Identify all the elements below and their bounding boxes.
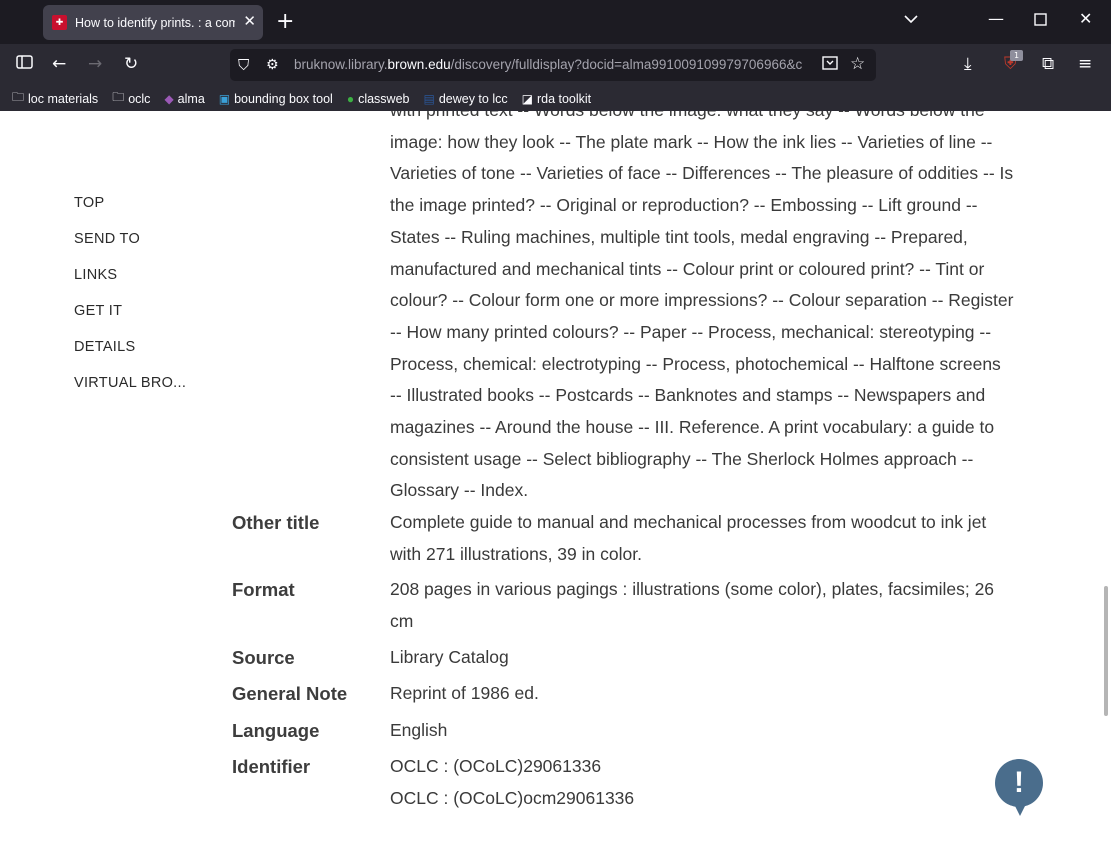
sidenav-item[interactable]: SEND TO [74, 231, 186, 267]
scrollbar[interactable] [1104, 586, 1108, 716]
sidebar-icon[interactable] [16, 54, 34, 75]
nav-toolbar: ← → ↻ ⛉ ⚙ bruknow.library.brown.edu/disc… [0, 44, 1111, 86]
detail-label: General Note [232, 683, 348, 704]
globe-icon: ● [346, 91, 355, 106]
contents-line: with printed text -- Words below the ima… [390, 111, 1025, 127]
extensions-icon[interactable]: ⧉ [1042, 54, 1054, 74]
minimize-icon[interactable]: — [988, 9, 1004, 28]
maximize-icon[interactable] [1034, 9, 1047, 30]
contents-line: magazines -- Around the house -- III. Re… [390, 417, 995, 438]
tab-bar: ✚ How to identify prints. : a comp ✕ + —… [0, 0, 1111, 44]
sidenav-item[interactable]: LINKS [74, 267, 186, 303]
detail-value: OCLC : (OCoLC)29061336 OCLC : (OCoLC)ocm2… [390, 750, 1020, 814]
page-content: TOP SEND TO LINKS GET IT DETAILS VIRTUAL BRO.… [0, 111, 1111, 856]
detail-value-line: Reprint of 1986 ed. [390, 683, 539, 703]
detail-label: Format [232, 579, 295, 600]
detail-value-line: Complete guide to manual and mechanical … [390, 512, 987, 532]
detail-value-line: cm [390, 611, 414, 631]
back-icon[interactable]: ← [52, 54, 66, 74]
alma-icon: ◆ [164, 91, 174, 106]
sidenav-item[interactable]: GET IT [74, 303, 186, 339]
detail-label: Other title [232, 512, 320, 533]
detail-value-line: 208 pages in various pagings : illustrat… [390, 579, 995, 599]
downloads-icon[interactable]: ⤓ [964, 54, 972, 74]
rda-icon: ◪ [521, 91, 533, 106]
reload-icon[interactable]: ↻ [124, 54, 138, 74]
detail-label: Identifier [232, 756, 311, 777]
detail-value-line: with 271 illustrations, 39 in color. [390, 544, 642, 564]
bookmark-label: dewey to lcc [438, 91, 508, 106]
close-window-icon[interactable]: ✕ [1079, 9, 1092, 28]
contents-line: colour? -- Colour form one or more impre… [390, 290, 1014, 311]
contents-line: image: how they look -- The plate mark -… [390, 131, 993, 152]
save-to-pocket-icon[interactable] [822, 55, 838, 76]
new-tab-icon[interactable]: + [276, 9, 294, 34]
detail-value-line: OCLC : (OCoLC)ocm29061336 [390, 788, 635, 808]
shield-icon[interactable]: ⛉ [238, 55, 249, 75]
contents-line: Glossary -- Index. [390, 480, 529, 501]
bookmarks-bar: 🗀 loc materials 🗀 oclc ◆ alma ▣ bounding box to… [0, 86, 1111, 111]
bookmark-item[interactable]: 🗀 oclc [112, 88, 150, 109]
extension-badge: 1 [1010, 50, 1023, 61]
word-icon: ▤ [423, 91, 435, 106]
bookmark-item[interactable]: ◪ rda toolkit [522, 92, 592, 106]
bookmark-star-icon[interactable]: ☆ [850, 54, 865, 74]
bookmark-item[interactable]: 🗀 loc materials [12, 88, 98, 109]
bookmark-label: alma [177, 91, 205, 106]
contents-line: manufactured and mechanical tints -- Col… [390, 258, 985, 279]
url-text[interactable]: bruknow.library.brown.edu/discovery/full… [294, 57, 814, 72]
contents-line: States -- Ruling machines, multiple tint… [390, 226, 968, 247]
menu-icon[interactable]: ≡ [1078, 54, 1092, 74]
contents-line: -- Illustrated books -- Postcards -- Ban… [390, 385, 986, 406]
detail-value-line: OCLC : (OCoLC)29061336 [390, 756, 602, 776]
detail-label: Language [232, 720, 320, 741]
folder-icon: 🗀 [112, 90, 125, 104]
bookmark-item[interactable]: ▤ dewey to lcc [423, 92, 507, 106]
feedback-button[interactable]: ! [995, 759, 1043, 816]
detail-value: Complete guide to manual and mechanical … [390, 506, 1020, 570]
bookmark-label: loc materials [28, 91, 99, 106]
contents-line: the image printed? -- Original or reprod… [390, 195, 978, 216]
bookmark-icon: ▣ [218, 91, 231, 106]
bookmark-item[interactable]: ● classweb [347, 92, 410, 106]
bookmark-item[interactable]: ▣ bounding box tool [219, 92, 333, 106]
bookmark-label: bounding box tool [234, 91, 333, 106]
brown-library-favicon: ✚ [52, 15, 67, 30]
contents-note: with printed text -- Words below the ima… [390, 111, 1025, 507]
folder-icon: 🗀 [12, 90, 25, 104]
bookmark-label: classweb [358, 91, 410, 106]
active-tab[interactable]: ✚ How to identify prints. : a comp ✕ [43, 5, 263, 40]
tab-title: How to identify prints. : a comp [75, 15, 235, 30]
detail-value: Library Catalog [390, 641, 1020, 673]
contents-line: Varieties of tone -- Varieties of face -… [390, 163, 1014, 184]
detail-label: Source [232, 647, 295, 668]
record-sidenav: TOP SEND TO LINKS GET IT DETAILS VIRTUAL BRO.… [74, 195, 186, 411]
sidenav-item[interactable]: DETAILS [74, 339, 186, 375]
bookmark-label: oclc [128, 91, 151, 106]
detail-value: Reprint of 1986 ed. [390, 677, 1020, 709]
detail-value-line: Library Catalog [390, 647, 509, 667]
detail-value: English [390, 714, 1020, 746]
detail-value-line: English [390, 720, 448, 740]
address-bar[interactable]: ⛉ ⚙ bruknow.library.brown.edu/discovery/… [230, 49, 876, 81]
contents-line: -- How many printed colours? -- Paper --… [390, 321, 992, 342]
list-all-tabs-icon[interactable] [903, 11, 919, 31]
sidenav-item[interactable]: TOP [74, 195, 186, 231]
detail-value: 208 pages in various pagings : illustrat… [390, 573, 1020, 637]
sidenav-item[interactable]: VIRTUAL BRO... [74, 375, 186, 411]
bookmark-item[interactable]: ◆ alma [164, 92, 204, 106]
close-tab-icon[interactable]: ✕ [243, 12, 256, 30]
contents-line: Process, chemical: electrotyping -- Proc… [390, 353, 1001, 374]
contents-line: consistent usage -- Select bibliography … [390, 448, 974, 469]
forward-icon[interactable]: → [88, 54, 102, 74]
permissions-icon[interactable]: ⚙ [266, 55, 279, 75]
bookmark-label: rda toolkit [536, 91, 592, 106]
